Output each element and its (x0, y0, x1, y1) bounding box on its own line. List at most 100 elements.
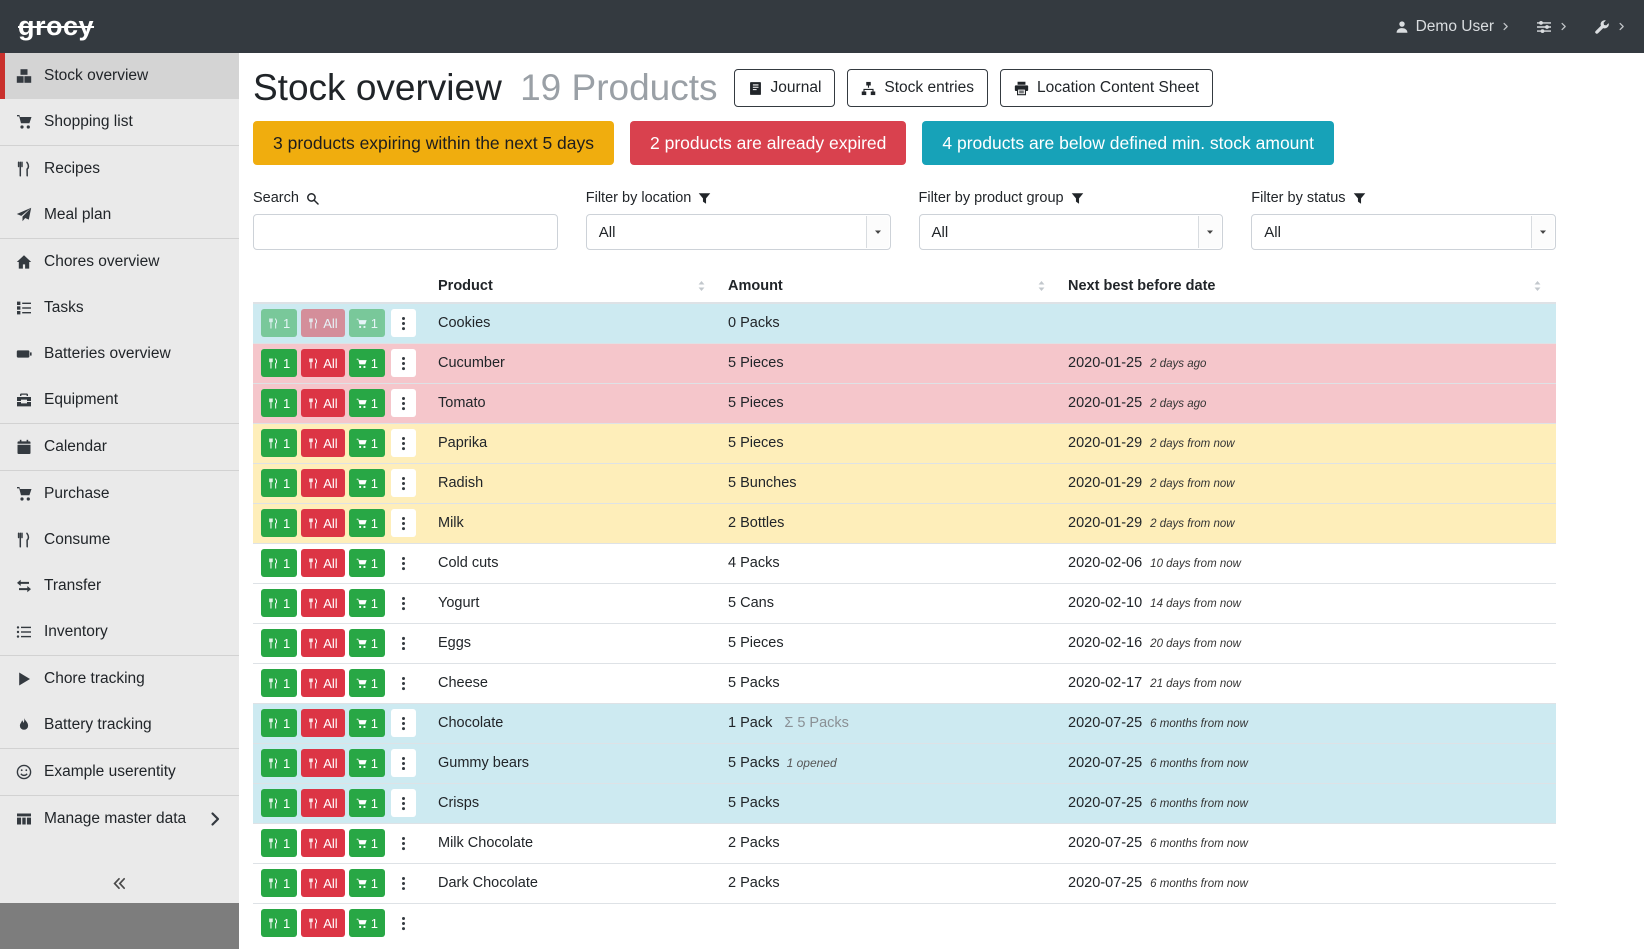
grocy-logo[interactable]: grocy (18, 11, 94, 42)
row-menu-button[interactable] (391, 869, 416, 897)
consume-all-button[interactable]: All (301, 309, 344, 337)
consume-one-button[interactable]: 1 (261, 349, 297, 377)
sidebar-item-tasks[interactable]: Tasks (0, 285, 239, 331)
amount-column-header[interactable]: Amount (720, 270, 1060, 303)
row-menu-button[interactable] (391, 709, 416, 737)
row-menu-button[interactable] (391, 589, 416, 617)
sidebar-item-chores-overview[interactable]: Chores overview (0, 239, 239, 285)
row-menu-button[interactable] (391, 629, 416, 657)
row-menu-button[interactable] (391, 789, 416, 817)
sidebar-item-stock-overview[interactable]: Stock overview (0, 53, 239, 99)
row-menu-button[interactable] (391, 549, 416, 577)
product-column-header[interactable]: Product (430, 270, 720, 303)
add-to-shopping-list-button[interactable]: 1 (349, 469, 385, 497)
consume-one-button[interactable]: 1 (261, 509, 297, 537)
sidebar-item-consume[interactable]: Consume (0, 517, 239, 563)
add-to-shopping-list-button[interactable]: 1 (349, 869, 385, 897)
add-to-shopping-list-button[interactable]: 1 (349, 549, 385, 577)
add-to-shopping-list-button[interactable]: 1 (349, 309, 385, 337)
row-menu-button[interactable] (391, 669, 416, 697)
add-to-shopping-list-button[interactable]: 1 (349, 669, 385, 697)
sidebar-item-shopping-list[interactable]: Shopping list (0, 99, 239, 145)
add-to-shopping-list-button[interactable]: 1 (349, 389, 385, 417)
consume-all-button[interactable]: All (301, 349, 344, 377)
row-menu-button[interactable] (391, 309, 416, 337)
sidebar-item-chore-tracking[interactable]: Chore tracking (0, 656, 239, 702)
location-content-sheet-button[interactable]: Location Content Sheet (1000, 69, 1213, 107)
sidebar-item-manage-master-data[interactable]: Manage master data (0, 796, 239, 842)
sidebar-item-purchase[interactable]: Purchase (0, 471, 239, 517)
consume-one-button[interactable]: 1 (261, 629, 297, 657)
consume-all-button[interactable]: All (301, 629, 344, 657)
consume-all-button[interactable]: All (301, 589, 344, 617)
row-menu-button[interactable] (391, 749, 416, 777)
add-to-shopping-list-button[interactable]: 1 (349, 629, 385, 657)
consume-one-button[interactable]: 1 (261, 469, 297, 497)
sidebar-item-recipes[interactable]: Recipes (0, 146, 239, 192)
consume-all-button[interactable]: All (301, 909, 344, 937)
add-to-shopping-list-button[interactable]: 1 (349, 909, 385, 937)
row-menu-button[interactable] (391, 829, 416, 857)
consume-all-button[interactable]: All (301, 429, 344, 457)
add-to-shopping-list-button[interactable]: 1 (349, 349, 385, 377)
warning-alert-button[interactable]: 3 products expiring within the next 5 da… (253, 121, 614, 165)
consume-all-button[interactable]: All (301, 709, 344, 737)
product-group-filter-select[interactable]: All (919, 214, 1224, 250)
consume-one-button[interactable]: 1 (261, 429, 297, 457)
status-filter-select[interactable]: All (1251, 214, 1556, 250)
consume-one-button[interactable]: 1 (261, 829, 297, 857)
consume-one-button[interactable]: 1 (261, 749, 297, 777)
add-to-shopping-list-button[interactable]: 1 (349, 429, 385, 457)
consume-all-button[interactable]: All (301, 749, 344, 777)
sidebar-item-battery-tracking[interactable]: Battery tracking (0, 702, 239, 748)
add-to-shopping-list-button[interactable]: 1 (349, 749, 385, 777)
add-to-shopping-list-button[interactable]: 1 (349, 589, 385, 617)
row-menu-button[interactable] (391, 429, 416, 457)
row-menu-button[interactable] (391, 909, 416, 937)
sidebar-item-calendar[interactable]: Calendar (0, 424, 239, 470)
location-filter-select[interactable]: All (586, 214, 891, 250)
sidebar-item-transfer[interactable]: Transfer (0, 563, 239, 609)
journal-button[interactable]: Journal (734, 69, 836, 107)
consume-all-button[interactable]: All (301, 509, 344, 537)
consume-one-button[interactable]: 1 (261, 389, 297, 417)
add-to-shopping-list-button[interactable]: 1 (349, 509, 385, 537)
consume-one-button[interactable]: 1 (261, 909, 297, 937)
consume-all-button[interactable]: All (301, 389, 344, 417)
sidebar-item-meal-plan[interactable]: Meal plan (0, 192, 239, 238)
best-before-column-header[interactable]: Next best before date (1060, 270, 1556, 303)
row-menu-button[interactable] (391, 389, 416, 417)
row-menu-button[interactable] (391, 509, 416, 537)
consume-all-button[interactable]: All (301, 469, 344, 497)
user-menu[interactable]: Demo User (1395, 18, 1510, 36)
search-input[interactable] (253, 214, 558, 250)
row-menu-button[interactable] (391, 469, 416, 497)
info-alert-button[interactable]: 4 products are below defined min. stock … (922, 121, 1334, 165)
consume-one-button[interactable]: 1 (261, 549, 297, 577)
danger-alert-button[interactable]: 2 products are already expired (630, 121, 906, 165)
consume-all-button[interactable]: All (301, 829, 344, 857)
sidebar-item-inventory[interactable]: Inventory (0, 609, 239, 655)
consume-all-button[interactable]: All (301, 549, 344, 577)
consume-all-button[interactable]: All (301, 789, 344, 817)
consume-one-button[interactable]: 1 (261, 669, 297, 697)
consume-one-button[interactable]: 1 (261, 869, 297, 897)
add-to-shopping-list-button[interactable]: 1 (349, 709, 385, 737)
settings-menu[interactable] (1536, 19, 1568, 35)
sidebar-item-label: Battery tracking (44, 716, 152, 734)
add-to-shopping-list-button[interactable]: 1 (349, 789, 385, 817)
sidebar-item-equipment[interactable]: Equipment (0, 377, 239, 423)
consume-one-button[interactable]: 1 (261, 309, 297, 337)
sidebar-item-example-userentity[interactable]: Example userentity (0, 749, 239, 795)
consume-one-button[interactable]: 1 (261, 709, 297, 737)
sidebar-collapse-button[interactable] (0, 863, 239, 903)
consume-one-button[interactable]: 1 (261, 789, 297, 817)
consume-one-button[interactable]: 1 (261, 589, 297, 617)
consume-all-button[interactable]: All (301, 669, 344, 697)
consume-all-button[interactable]: All (301, 869, 344, 897)
admin-menu[interactable] (1594, 19, 1626, 35)
stock-entries-button[interactable]: Stock entries (847, 69, 988, 107)
row-menu-button[interactable] (391, 349, 416, 377)
sidebar-item-batteries-overview[interactable]: Batteries overview (0, 331, 239, 377)
add-to-shopping-list-button[interactable]: 1 (349, 829, 385, 857)
